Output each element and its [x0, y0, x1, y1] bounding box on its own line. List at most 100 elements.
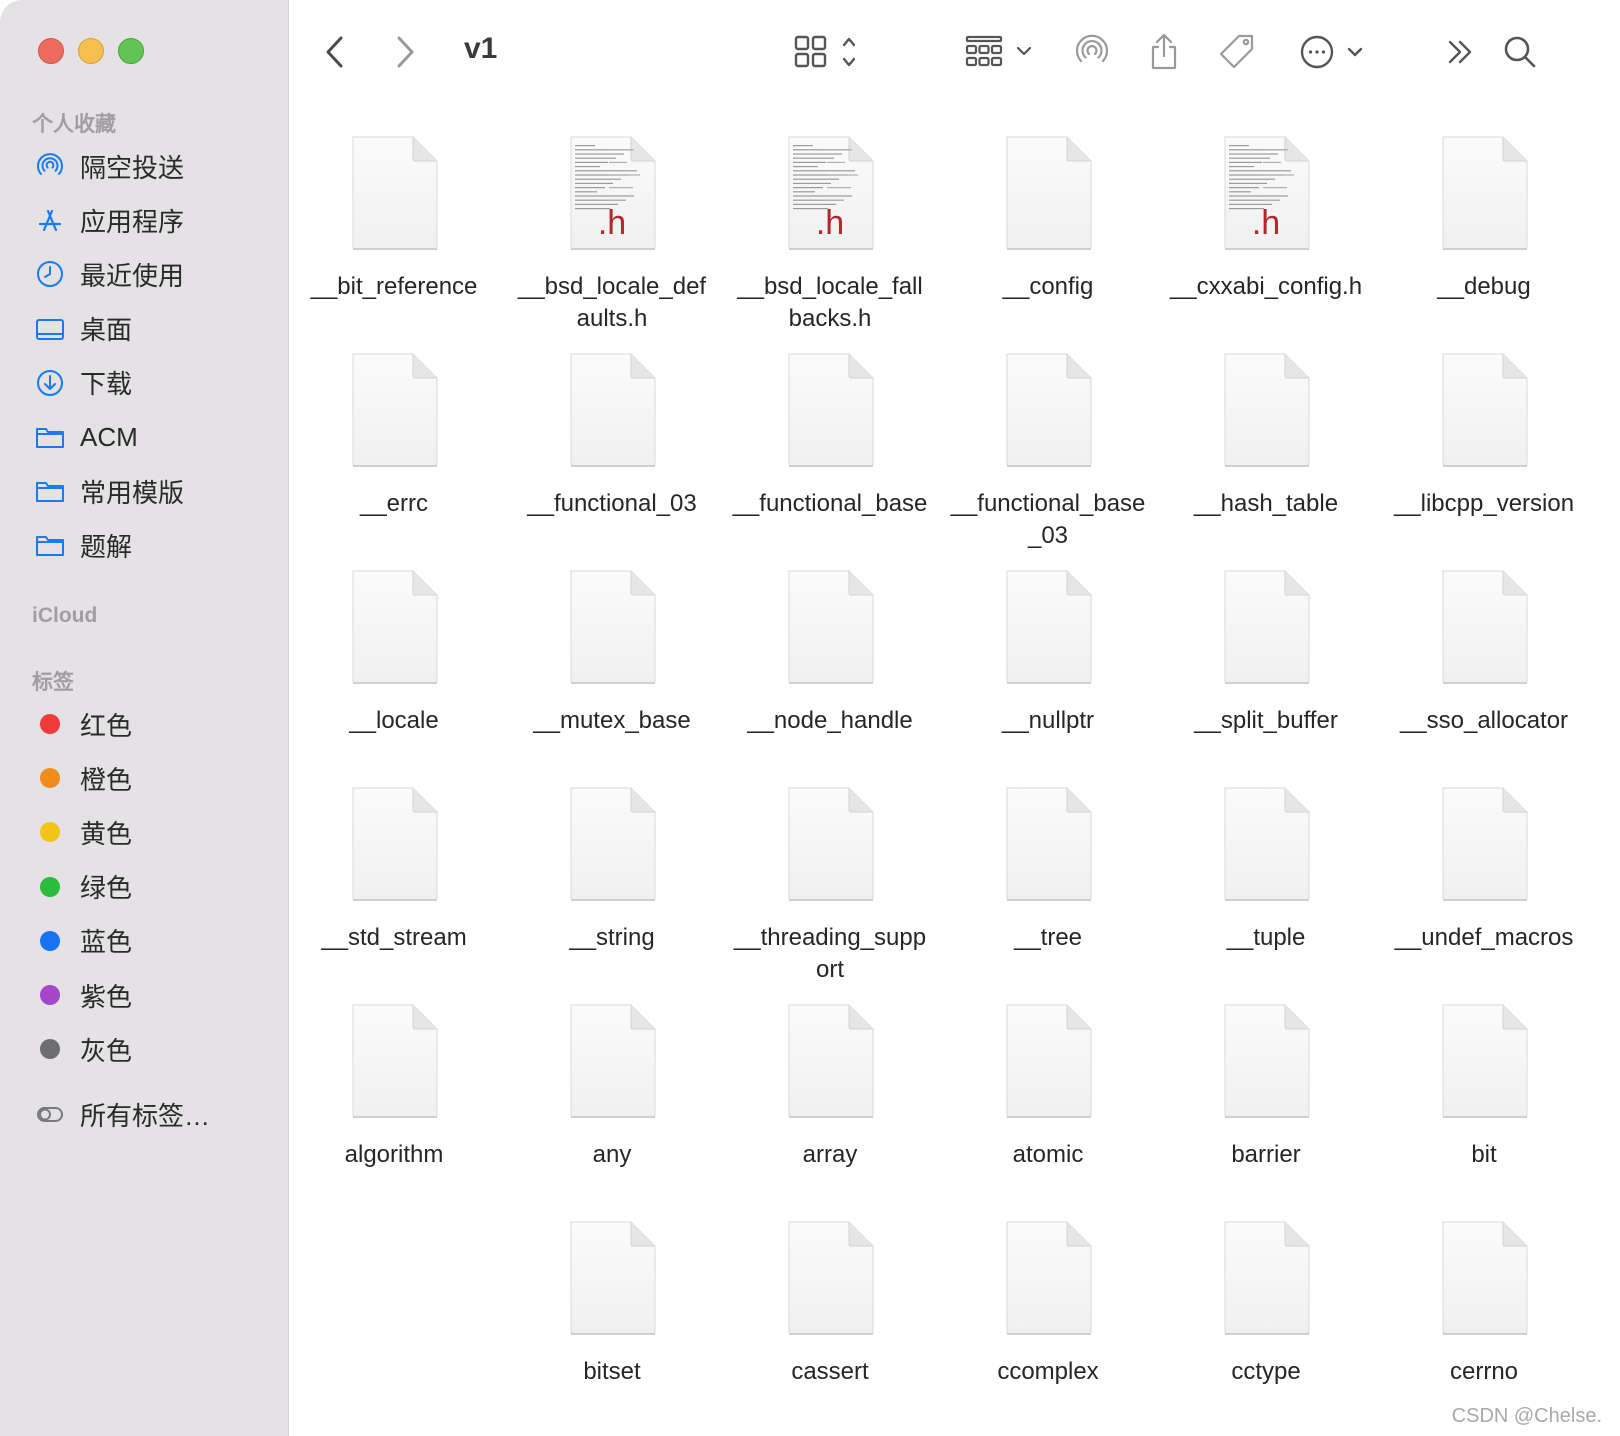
sidebar-item-label: 下载 [80, 369, 133, 400]
document-icon [785, 352, 875, 468]
more-icon[interactable] [1298, 30, 1368, 74]
sidebar-item-2[interactable]: 应用程序 [34, 200, 184, 240]
sidebar-item-7[interactable]: 常用模版 [34, 471, 184, 511]
file-item[interactable]: __errc [294, 342, 494, 520]
sidebar-tag-1[interactable]: 红色 [34, 704, 132, 744]
file-item[interactable]: cerrno [1384, 1210, 1584, 1388]
file-name: ccomplex [997, 1358, 1099, 1385]
file-type-badge: .h [815, 204, 845, 242]
file-item[interactable]: __hash_table [1166, 342, 1366, 520]
file-item[interactable]: __libcpp_version [1384, 342, 1584, 520]
file-item[interactable]: __config [948, 125, 1148, 303]
airdrop-icon[interactable] [1072, 30, 1112, 74]
file-name: __node_handle [747, 707, 913, 734]
sidebar-tag-5[interactable]: 蓝色 [34, 921, 132, 961]
sidebar-tag-4[interactable]: 绿色 [34, 867, 132, 907]
tag-color-dot-icon [34, 816, 66, 848]
group-icon[interactable] [962, 30, 1042, 74]
watermark: CSDN @Chelse. [1451, 1405, 1602, 1427]
file-item[interactable]: __debug [1384, 125, 1584, 303]
file-item[interactable]: bit [1384, 993, 1584, 1171]
sidebar-item-8[interactable]: 题解 [34, 525, 132, 565]
file-name: __mutex_base [533, 707, 691, 734]
sidebar-item-label: 所有标签… [80, 1100, 211, 1131]
sidebar-item-label: 常用模版 [80, 477, 185, 508]
document-icon [349, 1003, 439, 1119]
file-name: __errc [359, 490, 429, 517]
sidebar-item-4[interactable]: 桌面 [34, 309, 132, 349]
sidebar-item-3[interactable]: 最近使用 [34, 254, 184, 294]
header-file-icon: .h [785, 135, 875, 251]
back-icon[interactable] [320, 30, 350, 74]
favorites-section-title: 个人收藏 [32, 113, 116, 136]
file-item[interactable]: __split_buffer [1166, 559, 1366, 737]
close-button[interactable] [38, 38, 64, 64]
file-name: __functional_base_03 [950, 490, 1146, 549]
sidebar-item-1[interactable]: 隔空投送 [34, 146, 184, 186]
file-item[interactable]: __nullptr [948, 559, 1148, 737]
file-type-badge: .h [597, 204, 627, 242]
file-item[interactable]: __functional_base_03 [948, 342, 1148, 552]
zoom-button[interactable] [118, 38, 144, 64]
file-item[interactable]: algorithm [294, 993, 494, 1171]
finder-window: 个人收藏 隔空投送 应用程序 最近使用 桌面 下载 ACM 常用模版 题解 iCloud 标签… [0, 0, 1620, 1436]
file-item[interactable]: cctype [1166, 1210, 1366, 1388]
file-item[interactable]: atomic [948, 993, 1148, 1171]
file-name: __libcpp_version [1393, 490, 1575, 517]
file-item[interactable]: __undef_macros [1384, 776, 1584, 954]
file-item[interactable]: __bit_reference [294, 125, 494, 303]
document-icon [1003, 1003, 1093, 1119]
file-item[interactable]: .h __bsd_locale_defaults.h [512, 125, 712, 335]
file-item[interactable]: cassert [730, 1210, 930, 1388]
sidebar-item-all-tags[interactable]: 所有标签… [34, 1094, 210, 1134]
file-item[interactable]: __threading_support [730, 776, 930, 986]
file-item[interactable]: __sso_allocator [1384, 559, 1584, 737]
share-icon[interactable] [1146, 30, 1182, 74]
tag-color-dot-icon [34, 708, 66, 740]
file-name: barrier [1231, 1141, 1301, 1168]
airdrop-icon [34, 150, 66, 182]
file-item[interactable]: __functional_03 [512, 342, 712, 520]
file-item[interactable]: bitset [512, 1210, 712, 1388]
file-item[interactable]: __tree [948, 776, 1148, 954]
sidebar-tag-3[interactable]: 黄色 [34, 812, 132, 852]
file-item[interactable]: __tuple [1166, 776, 1366, 954]
file-name: __split_buffer [1194, 707, 1338, 734]
sidebar-tag-label: 紫色 [80, 981, 133, 1012]
sidebar-tag-2[interactable]: 橙色 [34, 758, 132, 798]
file-item[interactable]: __functional_base [730, 342, 930, 520]
sidebar-item-6[interactable]: ACM [34, 417, 138, 457]
icon-view-icon[interactable] [790, 30, 870, 74]
search-icon[interactable] [1500, 30, 1540, 74]
file-item[interactable]: __std_stream [294, 776, 494, 954]
file-item[interactable]: .h __bsd_locale_fallbacks.h [730, 125, 930, 335]
forward-icon[interactable] [390, 30, 420, 74]
tag-icon[interactable] [1216, 30, 1258, 74]
minimize-button[interactable] [78, 38, 104, 64]
sidebar-item-label: 题解 [80, 531, 133, 562]
file-item[interactable]: any [512, 993, 712, 1171]
file-name: __undef_macros [1394, 924, 1574, 951]
sidebar-tag-7[interactable]: 灰色 [34, 1029, 132, 1069]
document-icon [1003, 569, 1093, 685]
document-icon [1221, 569, 1311, 685]
file-item[interactable]: __mutex_base [512, 559, 712, 737]
file-item[interactable]: __node_handle [730, 559, 930, 737]
sidebar-item-5[interactable]: 下载 [34, 363, 132, 403]
document-icon [1439, 569, 1529, 685]
file-name: __functional_03 [527, 490, 697, 517]
file-item[interactable]: ccomplex [948, 1210, 1148, 1388]
file-name: cerrno [1449, 1358, 1519, 1385]
file-item[interactable]: __locale [294, 559, 494, 737]
file-item[interactable]: __string [512, 776, 712, 954]
file-item[interactable]: barrier [1166, 993, 1366, 1171]
overflow-icon[interactable] [1442, 30, 1478, 74]
sidebar-tag-6[interactable]: 紫色 [34, 975, 132, 1015]
window-title: v1 [464, 32, 498, 65]
file-name: __bsd_locale_fallbacks.h [737, 273, 923, 332]
file-item[interactable]: array [730, 993, 930, 1171]
file-name: cassert [791, 1358, 869, 1385]
document-icon [349, 352, 439, 468]
file-item[interactable]: .h __cxxabi_config.h [1166, 125, 1366, 303]
file-name: __tuple [1226, 924, 1306, 951]
